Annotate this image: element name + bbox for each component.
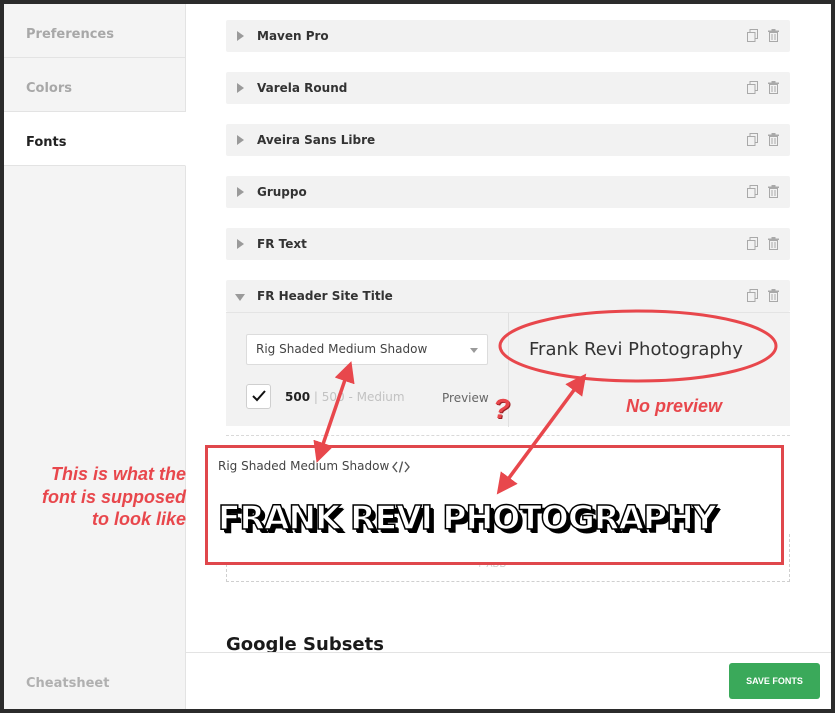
font-family-select-value: Rig Shaded Medium Shadow bbox=[256, 342, 428, 356]
sidebar: Preferences Colors Fonts Cheatsheet bbox=[4, 4, 186, 709]
annotation-expected-look: This is what the font is supposed to loo… bbox=[42, 464, 186, 529]
annotation-question-mark: ? bbox=[493, 393, 511, 424]
expand-arrow-icon[interactable] bbox=[237, 135, 244, 145]
save-fonts-button[interactable]: SAVE FONTS bbox=[729, 663, 820, 699]
code-icon[interactable] bbox=[392, 461, 410, 473]
font-row-maven-pro[interactable]: Maven Pro bbox=[226, 20, 790, 52]
font-row-label: FR Header Site Title bbox=[257, 289, 393, 303]
sidebar-item-fonts[interactable]: Fonts bbox=[4, 112, 186, 166]
font-row-label: Varela Round bbox=[257, 81, 348, 95]
font-row-gruppo[interactable]: Gruppo bbox=[226, 176, 790, 208]
expand-arrow-icon[interactable] bbox=[237, 239, 244, 249]
copy-icon[interactable] bbox=[747, 29, 758, 42]
weight-detail: | 500 - Medium bbox=[313, 390, 405, 404]
footer-bar: SAVE FONTS bbox=[186, 652, 831, 709]
dashed-divider bbox=[226, 435, 790, 436]
copy-icon[interactable] bbox=[747, 289, 758, 302]
trash-icon[interactable] bbox=[768, 237, 779, 250]
font-sample-box: Rig Shaded Medium Shadow FRANK REVI PHOT… bbox=[205, 445, 784, 565]
trash-icon[interactable] bbox=[768, 133, 779, 146]
sidebar-item-colors[interactable]: Colors bbox=[4, 58, 185, 112]
caret-down-icon bbox=[470, 348, 478, 353]
sample-rendered-text: FRANK REVI PHOTOGRAPHY bbox=[217, 497, 717, 538]
font-row-label: Maven Pro bbox=[257, 29, 329, 43]
font-row-varela-round[interactable]: Varela Round bbox=[226, 72, 790, 104]
font-row-fr-text[interactable]: FR Text bbox=[226, 228, 790, 260]
trash-icon[interactable] bbox=[768, 29, 779, 42]
copy-icon[interactable] bbox=[747, 81, 758, 94]
expand-arrow-icon[interactable] bbox=[237, 187, 244, 197]
trash-icon[interactable] bbox=[768, 289, 779, 302]
weight-value: 500 bbox=[285, 390, 311, 404]
sidebar-item-cheatsheet[interactable]: Cheatsheet bbox=[26, 676, 109, 691]
expand-arrow-icon[interactable] bbox=[237, 83, 244, 93]
font-row-label: FR Text bbox=[257, 237, 307, 251]
font-family-select[interactable]: Rig Shaded Medium Shadow bbox=[246, 334, 488, 365]
checkmark-icon bbox=[252, 390, 266, 402]
trash-icon[interactable] bbox=[768, 81, 779, 94]
font-row-label: Aveira Sans Libre bbox=[257, 133, 376, 147]
copy-icon[interactable] bbox=[747, 185, 758, 198]
sidebar-item-preferences[interactable]: Preferences bbox=[4, 4, 185, 58]
copy-icon[interactable] bbox=[747, 237, 758, 250]
expand-arrow-icon[interactable] bbox=[237, 31, 244, 41]
weight-option: 500 | 500 - Medium bbox=[285, 390, 405, 404]
font-row-aveira-sans-libre[interactable]: Aveira Sans Libre bbox=[226, 124, 790, 156]
copy-icon[interactable] bbox=[747, 133, 758, 146]
font-row-label: Gruppo bbox=[257, 185, 307, 199]
highlight-ellipse bbox=[498, 309, 778, 383]
annotation-no-preview: No preview bbox=[626, 396, 723, 416]
weight-checkbox[interactable] bbox=[246, 384, 271, 409]
sample-font-name: Rig Shaded Medium Shadow bbox=[218, 459, 390, 473]
collapse-arrow-icon[interactable] bbox=[235, 294, 245, 301]
preview-label: Preview bbox=[442, 391, 489, 405]
trash-icon[interactable] bbox=[768, 185, 779, 198]
